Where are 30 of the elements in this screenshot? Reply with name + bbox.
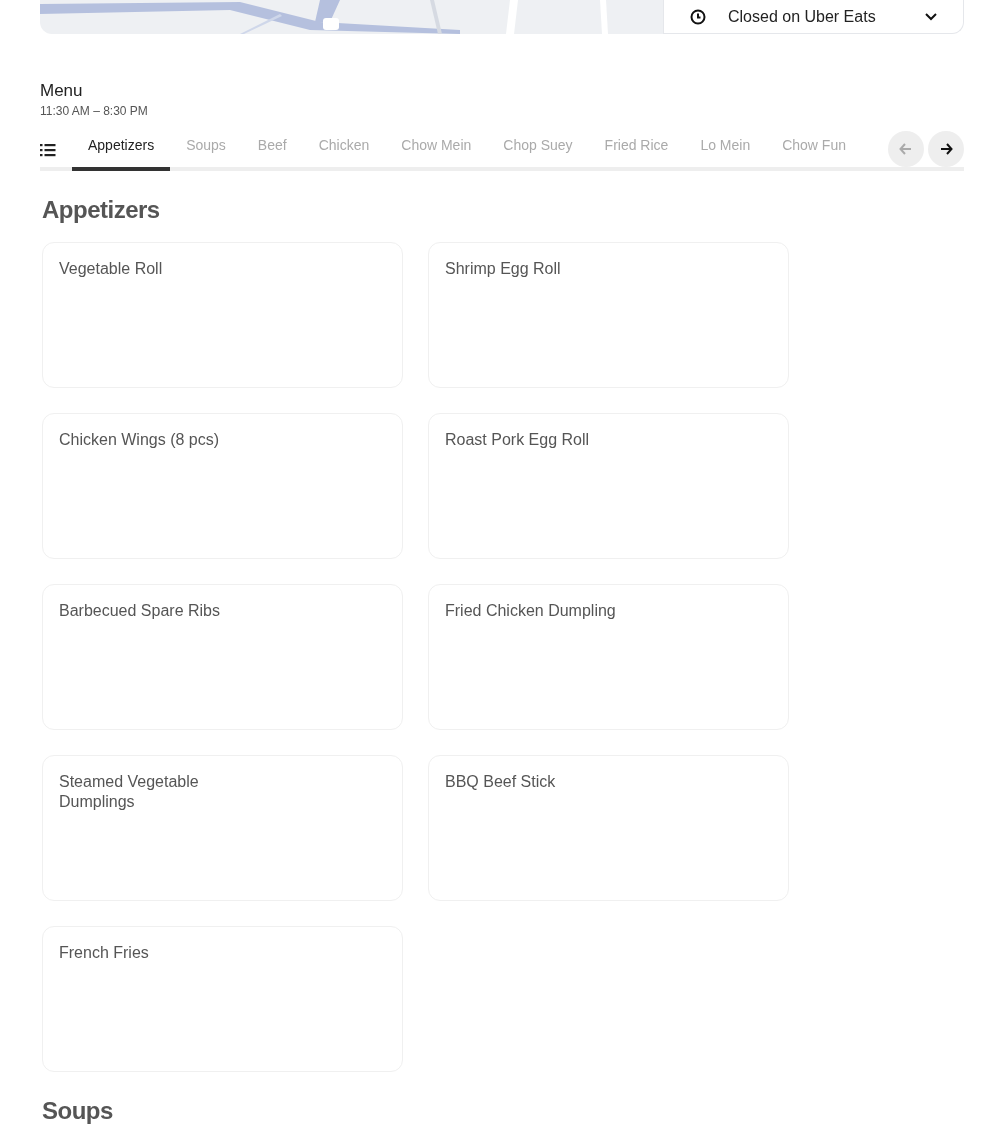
menu-item-card[interactable]: Barbecued Spare Ribs [42,584,403,730]
section-heading: Appetizers [42,195,161,225]
left-arrow-icon [898,141,914,157]
item-name: Barbecued Spare Ribs [59,601,221,621]
item-name: French Fries [59,943,150,963]
item-name: Steamed Vegetable Dumplings [59,772,200,812]
clock-icon [690,8,706,25]
menu-item-card[interactable]: Shrimp Egg Roll [428,242,789,388]
item-name: Fried Chicken Dumpling [445,601,617,621]
section-heading: Soups [42,1096,114,1126]
category-tab[interactable]: Appetizers [72,129,171,171]
caret-icon [925,12,937,21]
menu-item-card[interactable]: Chicken Wings (8 pcs) [42,413,403,559]
scroll-right-button[interactable] [928,131,964,167]
hours-dropdown[interactable]: Closed on Uber Eats [663,0,964,34]
right-arrow-icon [938,141,954,157]
menu-title: Menu [40,80,84,102]
item-name: Chicken Wings (8 pcs) [59,430,221,450]
list-icon[interactable] [40,143,56,157]
item-name: Shrimp Egg Roll [445,259,562,279]
menu-item-card[interactable]: Roast Pork Egg Roll [428,413,789,559]
menu-item-card[interactable]: Fried Chicken Dumpling [428,584,789,730]
item-name: Roast Pork Egg Roll [445,430,591,450]
menu-item-card[interactable]: Vegetable Roll [42,242,403,388]
item-name: BBQ Beef Stick [445,772,557,792]
menu-hours: 11:30 AM – 8:30 PM [40,103,149,119]
menu-item-card[interactable]: French Fries [42,926,403,1072]
item-name: Vegetable Roll [59,259,164,279]
menu-item-card[interactable]: BBQ Beef Stick [428,755,789,901]
menu-item-card[interactable]: Steamed Vegetable Dumplings [42,755,403,901]
